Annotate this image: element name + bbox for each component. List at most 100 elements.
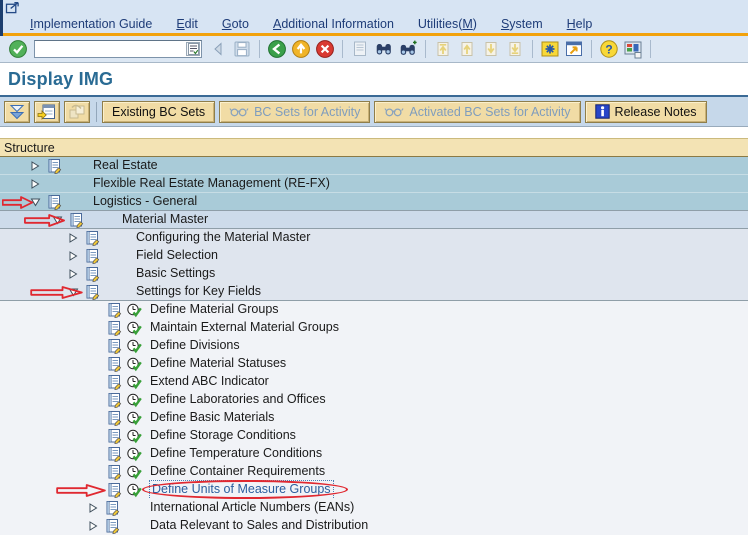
execute-activity-icon[interactable] xyxy=(126,482,142,498)
documentation-icon[interactable] xyxy=(107,302,122,318)
tree-node-label[interactable]: Logistics - General xyxy=(93,193,197,211)
execute-activity-icon[interactable] xyxy=(126,428,142,444)
command-field[interactable] xyxy=(34,40,202,58)
documentation-icon[interactable] xyxy=(107,410,122,426)
tree-row-material-master[interactable]: Material Master xyxy=(0,211,748,229)
menu-additional-information[interactable]: Additional Information xyxy=(273,17,394,31)
enter-checkmark-icon[interactable] xyxy=(6,37,30,61)
find-next-icon[interactable] xyxy=(396,37,420,61)
menu-system[interactable]: System xyxy=(501,17,543,31)
documentation-icon[interactable] xyxy=(105,500,120,516)
menu-utilities-m[interactable]: Utilities(M) xyxy=(418,17,477,31)
create-shortcut-icon[interactable] xyxy=(562,37,586,61)
tree-row-configuring-the-material-master[interactable]: Configuring the Material Master xyxy=(0,229,748,247)
tree-row-define-storage-conditions[interactable]: Define Storage Conditions xyxy=(0,427,748,445)
tree-row-field-selection[interactable]: Field Selection xyxy=(0,247,748,265)
documentation-icon[interactable] xyxy=(47,158,62,174)
window-menu-icon[interactable] xyxy=(5,1,21,17)
tree-row-settings-for-key-fields[interactable]: Settings for Key Fields xyxy=(0,283,748,301)
new-session-icon[interactable] xyxy=(538,37,562,61)
execute-activity-icon[interactable] xyxy=(126,356,142,372)
tree-node-label[interactable]: Define Basic Materials xyxy=(150,409,274,427)
tree-node-label[interactable]: Define Laboratories and Offices xyxy=(150,391,326,409)
expand-node-icon[interactable] xyxy=(68,251,78,262)
tree-node-label[interactable]: Define Material Statuses xyxy=(150,355,286,373)
tree-node-label[interactable]: Define Storage Conditions xyxy=(150,427,296,445)
tree-node-label[interactable]: Real Estate xyxy=(93,157,158,175)
tree-node-label[interactable]: Define Units of Measure Groups xyxy=(149,480,334,500)
existing-bc-sets-button[interactable]: Existing BC Sets xyxy=(102,100,216,123)
execute-activity-icon[interactable] xyxy=(126,446,142,462)
documentation-icon[interactable] xyxy=(107,338,122,354)
tree-row-define-temperature-conditions[interactable]: Define Temperature Conditions xyxy=(0,445,748,463)
tree-node-label[interactable]: Define Container Requirements xyxy=(150,463,325,481)
expand-node-icon[interactable] xyxy=(68,233,78,244)
exit-icon[interactable] xyxy=(289,37,313,61)
expand-node-icon[interactable] xyxy=(68,269,78,280)
documentation-icon[interactable] xyxy=(107,356,122,372)
customize-layout-icon[interactable] xyxy=(621,37,645,61)
tree-row-extend-abc-indicator[interactable]: Extend ABC Indicator xyxy=(0,373,748,391)
tree-node-label[interactable]: Flexible Real Estate Management (RE-FX) xyxy=(93,175,330,193)
menu-edit[interactable]: Edit xyxy=(176,17,198,31)
documentation-icon[interactable] xyxy=(47,194,62,210)
tree-node-label[interactable]: Data Relevant to Sales and Distribution xyxy=(150,517,368,535)
tree-row-basic-settings[interactable]: Basic Settings xyxy=(0,265,748,283)
tree-node-label[interactable]: Extend ABC Indicator xyxy=(150,373,269,391)
expand-subtree-icon[interactable] xyxy=(4,100,30,123)
documentation-icon[interactable] xyxy=(85,230,100,246)
tree-node-label[interactable]: Basic Settings xyxy=(136,265,215,283)
execute-activity-icon[interactable] xyxy=(126,374,142,390)
execute-activity-icon[interactable] xyxy=(126,302,142,318)
tree-row-define-laboratories-and-offices[interactable]: Define Laboratories and Offices xyxy=(0,391,748,409)
expand-node-icon[interactable] xyxy=(88,521,98,532)
tree-row-flexible-real-estate-management-re-fx[interactable]: Flexible Real Estate Management (RE-FX) xyxy=(0,175,748,193)
tree-node-label[interactable]: Define Divisions xyxy=(150,337,240,355)
menu-goto[interactable]: Goto xyxy=(222,17,249,31)
tree-node-label[interactable]: Material Master xyxy=(122,211,208,229)
tree-node-label[interactable]: Define Material Groups xyxy=(150,301,279,319)
back-icon[interactable] xyxy=(265,37,289,61)
expand-node-icon[interactable] xyxy=(30,161,40,172)
tree-row-define-material-groups[interactable]: Define Material Groups xyxy=(0,301,748,319)
documentation-icon[interactable] xyxy=(85,284,100,300)
tree-node-label[interactable]: Field Selection xyxy=(136,247,218,265)
tree-node-label[interactable]: Maintain External Material Groups xyxy=(150,319,339,337)
documentation-icon[interactable] xyxy=(105,518,120,534)
expand-node-icon[interactable] xyxy=(30,179,40,190)
execute-activity-icon[interactable] xyxy=(126,410,142,426)
tree-row-international-article-numbers-eans[interactable]: International Article Numbers (EANs) xyxy=(0,499,748,517)
tree-row-maintain-external-material-groups[interactable]: Maintain External Material Groups xyxy=(0,319,748,337)
documentation-icon[interactable] xyxy=(107,392,122,408)
cancel-icon[interactable] xyxy=(313,37,337,61)
documentation-icon[interactable] xyxy=(107,446,122,462)
tree-node-label[interactable]: Define Temperature Conditions xyxy=(150,445,322,463)
documentation-icon[interactable] xyxy=(107,464,122,480)
tree-node-label[interactable]: International Article Numbers (EANs) xyxy=(150,499,354,517)
tree-row-define-basic-materials[interactable]: Define Basic Materials xyxy=(0,409,748,427)
execute-activity-icon[interactable] xyxy=(126,392,142,408)
tree-row-define-container-requirements[interactable]: Define Container Requirements xyxy=(0,463,748,481)
tree-row-logistics-general[interactable]: Logistics - General xyxy=(0,193,748,211)
collapse-node-icon[interactable] xyxy=(52,215,63,225)
documentation-icon[interactable] xyxy=(85,248,100,264)
tree-row-define-material-statuses[interactable]: Define Material Statuses xyxy=(0,355,748,373)
menu-implementation-guide[interactable]: Implementation Guide xyxy=(30,17,152,31)
documentation-icon[interactable] xyxy=(85,266,100,282)
collapse-node-icon[interactable] xyxy=(68,287,79,297)
documentation-icon[interactable] xyxy=(107,428,122,444)
execute-activity-icon[interactable] xyxy=(126,320,142,336)
tree-row-real-estate[interactable]: Real Estate xyxy=(0,157,748,175)
position-icon[interactable] xyxy=(34,100,60,123)
help-icon[interactable]: ? xyxy=(597,37,621,61)
find-icon[interactable] xyxy=(372,37,396,61)
tree-row-data-relevant-to-sales-and-distribution[interactable]: Data Relevant to Sales and Distribution xyxy=(0,517,748,535)
tree-node-label[interactable]: Configuring the Material Master xyxy=(136,229,310,247)
execute-activity-icon[interactable] xyxy=(126,464,142,480)
documentation-icon[interactable] xyxy=(107,374,122,390)
tree-row-define-units-of-measure-groups[interactable]: Define Units of Measure Groups xyxy=(0,480,748,500)
documentation-icon[interactable] xyxy=(107,320,122,336)
menu-help[interactable]: Help xyxy=(567,17,593,31)
expand-node-icon[interactable] xyxy=(88,503,98,514)
command-history-icon[interactable] xyxy=(186,42,200,56)
